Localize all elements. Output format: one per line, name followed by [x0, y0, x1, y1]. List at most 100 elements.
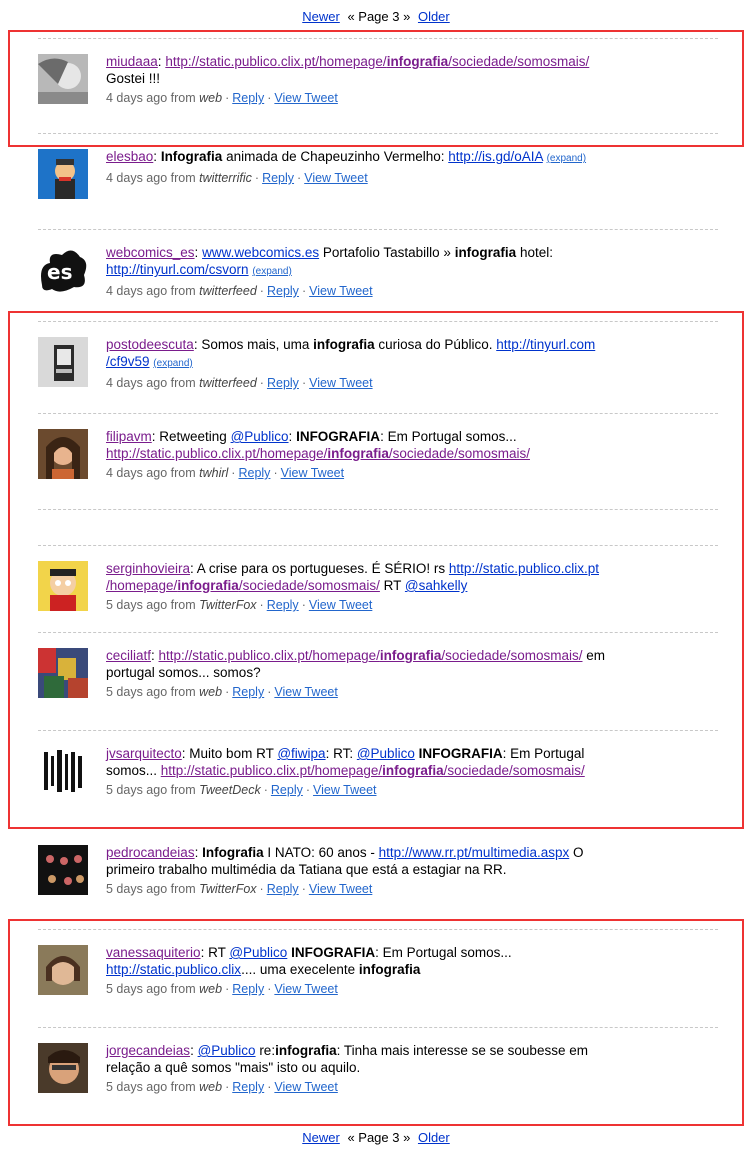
mention-link[interactable]: @Publico [229, 945, 287, 960]
tweet-username[interactable]: pedrocandeias [106, 845, 195, 860]
view-tweet-link[interactable]: View Tweet [304, 171, 367, 185]
reply-link[interactable]: Reply [238, 466, 270, 480]
tweet-username[interactable]: jvsarquitecto [106, 746, 182, 761]
tweet-meta: 4 days ago from twitterrific · Reply · View … [106, 171, 368, 185]
tweet-link[interactable]: /homepage/infografia/sociedade/somosmais… [106, 578, 380, 593]
tweet-item: ceciliatf: http://static.publico.clix.pt… [38, 632, 718, 731]
tweet-item: jvsarquitecto: Muito bom RT @fiwipa: RT:… [38, 730, 718, 829]
avatar[interactable] [38, 1043, 88, 1093]
reply-link[interactable]: Reply [262, 171, 294, 185]
older-link[interactable]: Older [418, 9, 450, 24]
view-tweet-link[interactable]: View Tweet [309, 284, 372, 298]
avatar[interactable] [38, 337, 88, 387]
mention-link[interactable]: @Publico [357, 746, 415, 761]
tweet-link[interactable]: http://static.publico.clix.pt [449, 561, 599, 576]
mention-link[interactable]: @fiwipa [277, 746, 325, 761]
tweet-meta: 5 days ago from TwitterFox · Reply · View Tw… [106, 882, 373, 896]
view-tweet-link[interactable]: View Tweet [309, 598, 372, 612]
view-tweet-link[interactable]: View Tweet [281, 466, 344, 480]
tweet-meta: 5 days ago from web · Reply · View Tweet [106, 685, 338, 699]
tweet-meta: 5 days ago from web · Reply · View Tweet [106, 982, 338, 996]
expand-link[interactable]: (expand) [252, 266, 291, 277]
newer-link[interactable]: Newer [302, 9, 340, 24]
expand-link[interactable]: (expand) [153, 358, 192, 369]
tweet-divider [38, 1125, 718, 1127]
tweet-link[interactable]: /cf9v59 [106, 354, 150, 369]
tweet-item: miudaaa: http://static.publico.clix.pt/h… [38, 38, 718, 134]
view-tweet-link[interactable]: View Tweet [309, 882, 372, 896]
view-tweet-link[interactable]: View Tweet [313, 783, 376, 797]
reply-link[interactable]: Reply [232, 685, 264, 699]
avatar[interactable] [38, 54, 88, 104]
tweet-item: postodeescuta: Somos mais, uma infografi… [38, 321, 718, 414]
tweet-username[interactable]: ceciliatf [106, 648, 151, 663]
tweet-link[interactable]: http://static.publico.clix.pt/homepage/i… [106, 446, 530, 461]
svg-text:es: es [47, 260, 72, 284]
tweet-username[interactable]: serginhovieira [106, 561, 190, 576]
tweet-text: primeiro trabalho multimédia da Tatiana … [106, 862, 507, 877]
tweet-username[interactable]: jorgecandeias [106, 1043, 190, 1058]
mention-link[interactable]: @Publico [198, 1043, 256, 1058]
tweet-item: es webcomics_es: www.webcomics.es Portaf… [38, 229, 718, 322]
tweet-item: jorgecandeias: @Publico re:infografia: T… [38, 1027, 718, 1126]
tweet-link[interactable]: www.webcomics.es [202, 245, 319, 260]
reply-link[interactable]: Reply [271, 783, 303, 797]
view-tweet-link[interactable]: View Tweet [309, 376, 372, 390]
tweet-username[interactable]: vanessaquiterio [106, 945, 201, 960]
tweet-username[interactable]: elesbao [106, 149, 153, 164]
older-link[interactable]: Older [418, 1130, 450, 1145]
view-tweet-link[interactable]: View Tweet [274, 685, 337, 699]
tweet-divider [38, 509, 718, 546]
tweet-link[interactable]: http://www.rr.pt/multimedia.aspx [379, 845, 570, 860]
page-indicator: « Page 3 » [347, 1130, 411, 1145]
avatar[interactable] [38, 945, 88, 995]
tweet-meta: 5 days ago from TwitterFox · Reply · View Tw… [106, 598, 373, 612]
tweet-text: relação a quê somos "mais" isto ou aquil… [106, 1060, 361, 1075]
tweet-username[interactable]: webcomics_es [106, 245, 195, 260]
avatar[interactable] [38, 648, 88, 698]
avatar[interactable] [38, 561, 88, 611]
tweet-meta: 5 days ago from TweetDeck · Reply · View Twe… [106, 783, 377, 797]
tweet-link[interactable]: http://static.publico.clix.pt/homepage/i… [161, 763, 585, 778]
reply-link[interactable]: Reply [267, 376, 299, 390]
newer-link[interactable]: Newer [302, 1130, 340, 1145]
mention-link[interactable]: @sahkelly [405, 578, 467, 593]
reply-link[interactable]: Reply [267, 882, 299, 896]
avatar[interactable] [38, 746, 88, 796]
tweet-link[interactable]: http://is.gd/oAIA [448, 149, 543, 164]
tweet-link[interactable]: http://static.publico.clix.pt/homepage/i… [165, 54, 589, 69]
reply-link[interactable]: Reply [267, 598, 299, 612]
mention-link[interactable]: @Publico [231, 429, 289, 444]
tweet-item: vanessaquiterio: RT @Publico INFOGRAFIA:… [38, 929, 718, 1028]
view-tweet-link[interactable]: View Tweet [274, 1080, 337, 1094]
tweet-item: serginhovieira: A crise para os portugue… [38, 545, 718, 633]
tweet-meta: 4 days ago from twitterfeed · Reply · View T… [106, 376, 373, 390]
reply-link[interactable]: Reply [232, 1080, 264, 1094]
reply-link[interactable]: Reply [232, 982, 264, 996]
view-tweet-link[interactable]: View Tweet [274, 982, 337, 996]
tweet-link[interactable]: http://static.publico.clix [106, 962, 241, 977]
avatar[interactable] [38, 845, 88, 895]
tweet-text: Gostei !!! [106, 71, 161, 86]
tweet-username[interactable]: filipavm [106, 429, 152, 444]
avatar[interactable] [38, 429, 88, 479]
tweet-text: portugal somos... somos? [106, 665, 261, 680]
tweet-meta: 4 days ago from twhirl · Reply · View Tweet [106, 466, 345, 480]
expand-link[interactable]: (expand) [547, 153, 586, 164]
tweet-item: elesbao: Infografia animada de Chapeuzin… [38, 133, 718, 230]
tweet-link[interactable]: http://tinyurl.com/csvorn [106, 262, 249, 277]
tweet-username[interactable]: postodeescuta [106, 337, 194, 352]
tweet-username[interactable]: miudaaa [106, 54, 158, 69]
tweet-meta: 5 days ago from web · Reply · View Tweet [106, 1080, 338, 1094]
tweet-link[interactable]: http://tinyurl.com [496, 337, 595, 352]
reply-link[interactable]: Reply [267, 284, 299, 298]
tweet-link[interactable]: http://static.publico.clix.pt/homepage/i… [159, 648, 583, 663]
reply-link[interactable]: Reply [232, 91, 264, 105]
avatar[interactable]: es [38, 245, 88, 295]
view-tweet-link[interactable]: View Tweet [274, 91, 337, 105]
tweet-meta: 4 days ago from twitterfeed · Reply · View T… [106, 284, 373, 298]
avatar[interactable] [38, 149, 88, 199]
pager-top: Newer « Page 3 » Older [0, 9, 752, 24]
tweet-item: pedrocandeias: Infografia I NATO: 60 ano… [38, 835, 718, 929]
page-indicator: « Page 3 » [347, 9, 411, 24]
